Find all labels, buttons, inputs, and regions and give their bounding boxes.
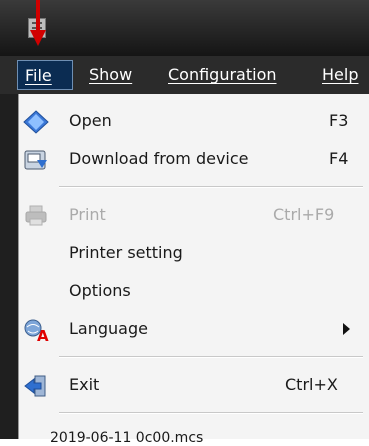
recent-file-item[interactable]: 2019-06-11 0c00.mcs (50, 430, 203, 446)
open-icon (23, 110, 49, 134)
menu-show[interactable]: Show (89, 60, 132, 90)
menu-item-label: Options (69, 281, 131, 300)
menu-item-label: Printer setting (69, 243, 183, 262)
printer-icon (25, 205, 47, 226)
menu-item-print[interactable]: Print Ctrl+F9 (19, 196, 369, 236)
shortcut-label: F4 (329, 149, 349, 168)
exit-icon (24, 375, 46, 397)
menu-separator (59, 356, 363, 358)
menu-item-label: Language (69, 319, 148, 338)
menu-item-printer-setting[interactable]: Printer setting (19, 234, 369, 274)
menu-separator (59, 186, 363, 188)
menu-item-label: Exit (69, 375, 100, 394)
shortcut-label: F3 (329, 111, 349, 130)
shortcut-label: Ctrl+F9 (273, 205, 335, 224)
shortcut-label: Ctrl+X (285, 375, 338, 394)
menu-item-label: Print (69, 205, 106, 224)
menu-help[interactable]: Help (322, 60, 358, 90)
menu-file[interactable]: File (17, 60, 73, 90)
file-menu-dropdown: Open F3 Download from device F4 Print Ct… (18, 94, 369, 439)
download-icon (24, 150, 47, 170)
submenu-arrow-icon (343, 323, 350, 335)
menu-item-label: Download from device (69, 149, 249, 168)
menu-item-label: Open (69, 111, 112, 130)
menu-item-open[interactable]: Open F3 (19, 102, 369, 142)
menu-item-exit[interactable]: Exit Ctrl+X (19, 366, 369, 406)
menu-separator (59, 412, 363, 414)
menu-item-download-from-device[interactable]: Download from device F4 (19, 140, 369, 180)
title-bar (0, 0, 369, 56)
menu-item-options[interactable]: Options (19, 272, 369, 312)
annotation-arrow-icon (30, 0, 46, 46)
svg-text:A: A (37, 327, 49, 342)
window-left-edge (0, 94, 18, 439)
language-icon: A (24, 319, 49, 342)
menu-bar: File Show Configuration Help (0, 56, 369, 94)
menu-item-language[interactable]: A Language (19, 310, 369, 350)
menu-configuration[interactable]: Configuration (168, 60, 277, 90)
